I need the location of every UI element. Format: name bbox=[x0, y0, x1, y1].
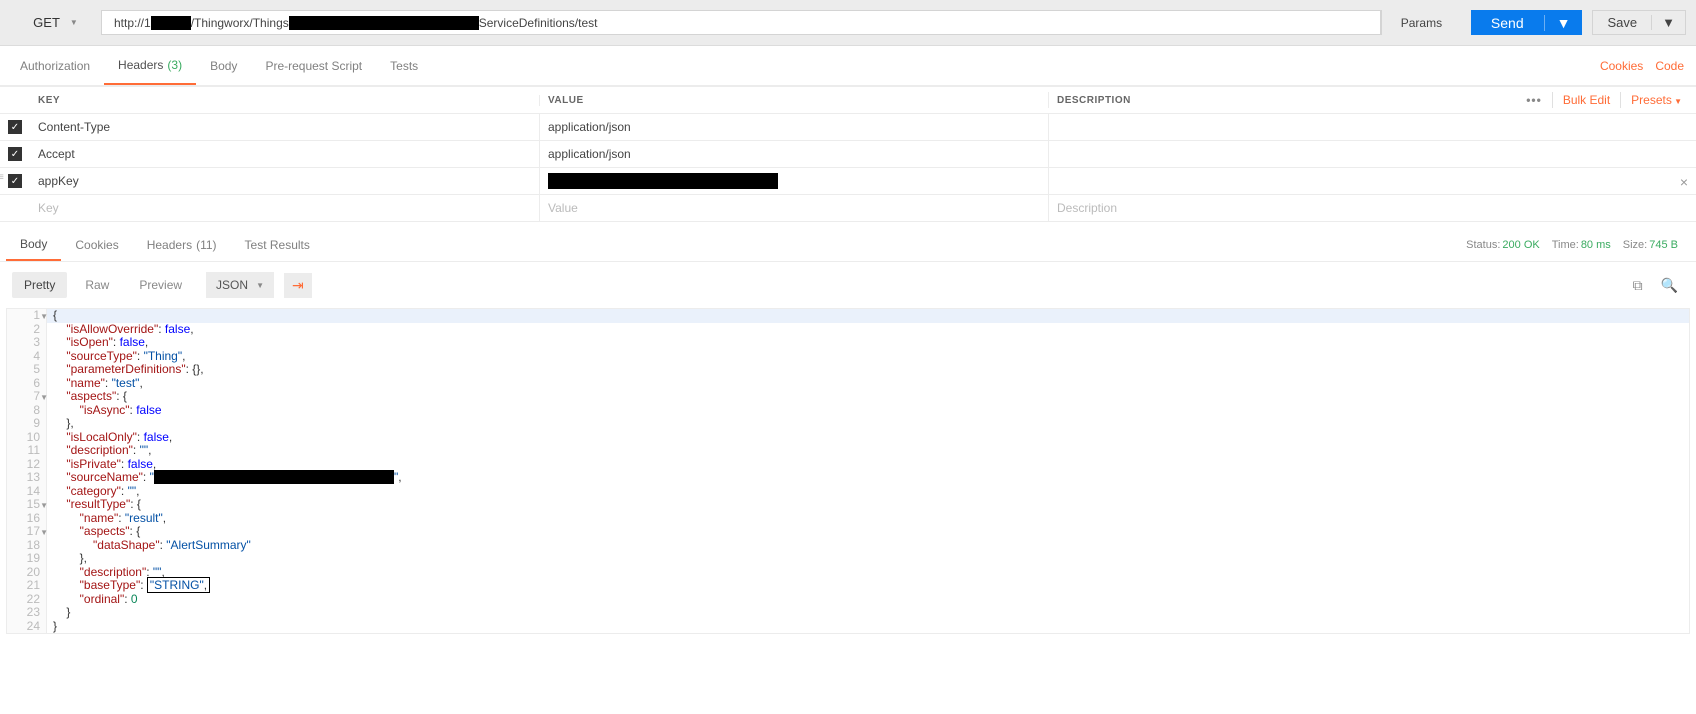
new-desc-input[interactable]: Description bbox=[1048, 195, 1696, 221]
response-body-editor[interactable]: 1▼{ 2 "isAllowOverride": false, 3 "isOpe… bbox=[6, 308, 1690, 634]
send-button-dropdown[interactable]: ▼ bbox=[1544, 15, 1583, 31]
tab-tests[interactable]: Tests bbox=[376, 46, 432, 85]
resp-tab-body[interactable]: Body bbox=[6, 228, 61, 261]
save-button-label: Save bbox=[1593, 15, 1651, 30]
http-method-dropdown[interactable]: GET ▼ bbox=[10, 10, 102, 35]
header-key-cell[interactable]: appKey bbox=[30, 168, 539, 194]
drag-handle-icon[interactable]: ≡ bbox=[0, 176, 4, 180]
header-row-new: Key Value Description bbox=[0, 195, 1696, 222]
cookies-link[interactable]: Cookies bbox=[1594, 59, 1649, 73]
resp-tab-headers[interactable]: Headers (11) bbox=[133, 228, 231, 261]
redacted-block bbox=[289, 16, 479, 30]
resp-tab-headers-count: (11) bbox=[196, 238, 216, 252]
tab-headers[interactable]: Headers (3) bbox=[104, 46, 196, 85]
header-desc-cell[interactable] bbox=[1048, 114, 1696, 140]
format-dropdown[interactable]: JSON bbox=[206, 272, 274, 298]
status-meta: Status:200 OK bbox=[1466, 239, 1552, 251]
header-desc-cell[interactable] bbox=[1048, 168, 1696, 194]
header-value-cell[interactable]: application/json bbox=[539, 114, 1048, 140]
response-toolbar: Pretty Raw Preview JSON ⇥ ⧉ 🔍 bbox=[0, 262, 1696, 308]
row-checkbox[interactable]: ✓ bbox=[8, 120, 22, 134]
bulk-edit-link[interactable]: Bulk Edit bbox=[1563, 93, 1610, 107]
tab-headers-label: Headers bbox=[118, 58, 163, 72]
redacted-block bbox=[151, 16, 191, 30]
row-checkbox[interactable]: ✓ bbox=[8, 147, 22, 161]
url-text-suffix: ServiceDefinitions/test bbox=[479, 16, 598, 30]
tab-authorization[interactable]: Authorization bbox=[6, 46, 104, 85]
code-link[interactable]: Code bbox=[1649, 59, 1690, 73]
response-tabs: Body Cookies Headers (11) Test Results S… bbox=[0, 228, 1696, 262]
chevron-down-icon: ▼ bbox=[70, 18, 78, 27]
url-text-prefix: http://1 bbox=[114, 16, 151, 30]
resp-tab-cookies[interactable]: Cookies bbox=[61, 228, 132, 261]
header-row: ✓ Content-Type application/json bbox=[0, 114, 1696, 141]
delete-row-icon[interactable]: × bbox=[1680, 174, 1688, 190]
time-meta: Time:80 ms bbox=[1552, 239, 1623, 251]
resp-tab-headers-label: Headers bbox=[147, 238, 192, 252]
http-method-label: GET bbox=[33, 15, 60, 30]
row-checkbox[interactable]: ✓ bbox=[8, 174, 22, 188]
view-pretty[interactable]: Pretty bbox=[12, 272, 67, 298]
header-value-cell[interactable] bbox=[539, 168, 1048, 194]
wrap-lines-icon[interactable]: ⇥ bbox=[284, 273, 312, 298]
presets-dropdown[interactable]: Presets bbox=[1631, 93, 1682, 107]
header-key-cell[interactable]: Content-Type bbox=[30, 114, 539, 140]
request-tabs: Authorization Headers (3) Body Pre-reque… bbox=[0, 46, 1696, 86]
view-preview[interactable]: Preview bbox=[127, 272, 194, 298]
header-value-cell[interactable]: application/json bbox=[539, 141, 1048, 167]
url-input[interactable]: http://1/Thingworx/Things ServiceDefiniti… bbox=[102, 10, 1381, 35]
copy-response-icon[interactable]: ⧉ bbox=[1627, 277, 1649, 294]
size-meta: Size:745 B bbox=[1623, 239, 1690, 251]
search-response-icon[interactable]: 🔍 bbox=[1655, 277, 1684, 294]
header-key-cell[interactable]: Accept bbox=[30, 141, 539, 167]
params-button[interactable]: Params bbox=[1381, 10, 1461, 35]
headers-table-head: KEY VALUE DESCRIPTION ••• Bulk Edit Pres… bbox=[0, 86, 1696, 114]
header-row: ✓ Accept application/json bbox=[0, 141, 1696, 168]
view-raw[interactable]: Raw bbox=[73, 272, 121, 298]
th-value: VALUE bbox=[539, 95, 1048, 106]
header-row: ≡ ✓ appKey × bbox=[0, 168, 1696, 195]
tab-headers-count: (3) bbox=[167, 58, 182, 72]
new-key-input[interactable]: Key bbox=[30, 195, 539, 221]
send-button-label: Send bbox=[1471, 15, 1544, 31]
header-desc-cell[interactable] bbox=[1048, 141, 1696, 167]
tab-prerequest[interactable]: Pre-request Script bbox=[251, 46, 376, 85]
th-key: KEY bbox=[30, 95, 539, 106]
url-text-mid: /Thingworx/Things bbox=[191, 16, 289, 30]
tab-body[interactable]: Body bbox=[196, 46, 251, 85]
new-value-input[interactable]: Value bbox=[539, 195, 1048, 221]
th-description: DESCRIPTION bbox=[1057, 95, 1526, 106]
resp-tab-test-results[interactable]: Test Results bbox=[231, 228, 324, 261]
more-options-icon[interactable]: ••• bbox=[1526, 93, 1542, 107]
save-button-dropdown[interactable]: ▼ bbox=[1651, 15, 1685, 30]
save-button[interactable]: Save ▼ bbox=[1592, 10, 1686, 35]
redacted-block bbox=[548, 173, 778, 189]
send-button[interactable]: Send ▼ bbox=[1471, 10, 1583, 35]
request-bar: GET ▼ http://1/Thingworx/Things ServiceDe… bbox=[0, 0, 1696, 46]
